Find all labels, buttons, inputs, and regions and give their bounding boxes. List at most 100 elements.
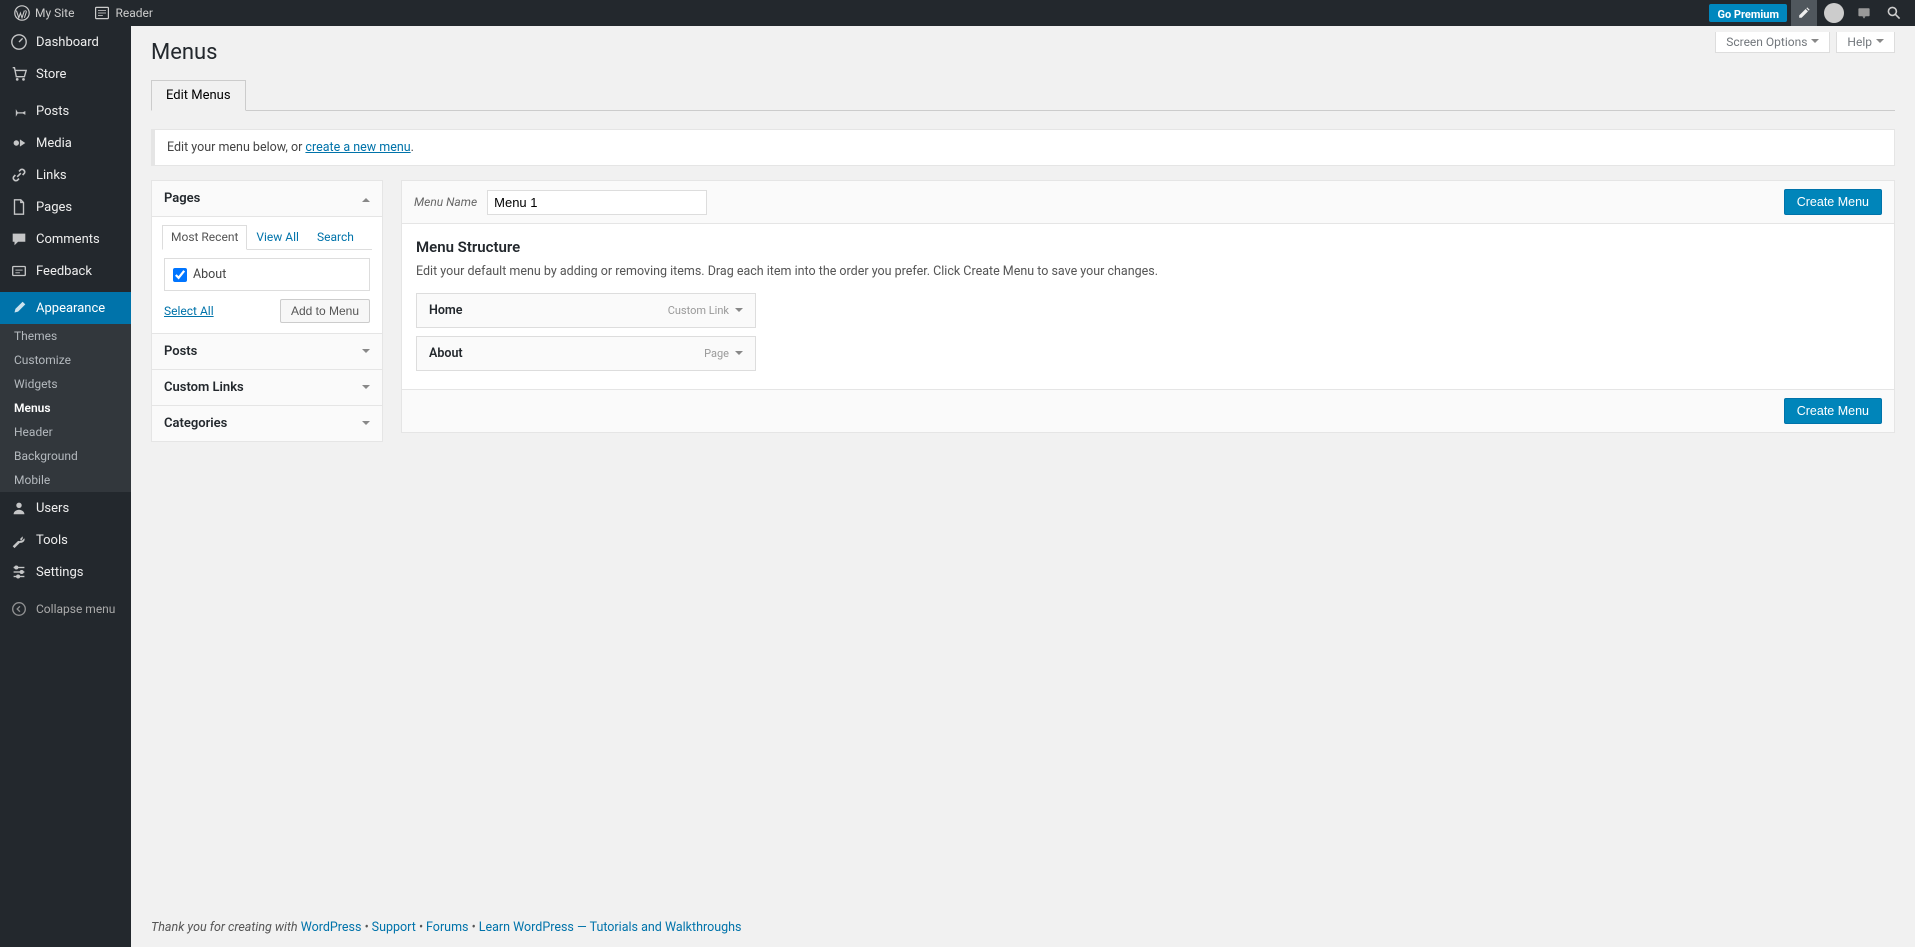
menu-management: Menu Name Create Menu Menu Structure Edi… [401,180,1895,433]
brush-icon [10,299,28,317]
accordion-custom-links-header[interactable]: Custom Links [152,370,382,405]
sidebar-item-dashboard[interactable]: Dashboard [0,26,131,58]
sidebar-item-links[interactable]: Links [0,159,131,191]
sidebar-item-tools[interactable]: Tools [0,524,131,556]
footer-wordpress-link[interactable]: WordPress [301,920,362,935]
admin-footer: Thank you for creating with WordPress • … [131,908,1915,947]
sidebar-item-pages[interactable]: Pages [0,191,131,223]
link-icon [10,166,28,184]
accordion-pages: Pages Most Recent View All Search Ab [151,180,383,334]
sidebar-item-posts[interactable]: Posts [0,95,131,127]
add-to-menu-button[interactable]: Add to Menu [280,299,370,323]
accordion-categories: Categories [151,406,383,442]
accordion-custom-links: Custom Links [151,370,383,406]
chevron-up-icon [362,194,370,202]
screen-options-button[interactable]: Screen Options [1715,32,1830,53]
adminbar-reader[interactable]: Reader [88,0,158,26]
sidebar-item-comments[interactable]: Comments [0,223,131,255]
accordion-posts: Posts [151,334,383,370]
dashboard-icon [10,33,28,51]
accordion-categories-header[interactable]: Categories [152,406,382,441]
footer-support-link[interactable]: Support [372,920,416,935]
feedback-icon [10,262,28,280]
accordion-posts-header[interactable]: Posts [152,334,382,369]
pages-tab-most-recent[interactable]: Most Recent [162,225,247,250]
pages-tabs: Most Recent View All Search [162,225,372,250]
footer-forums-link[interactable]: Forums [426,920,468,935]
menu-item-title: About [429,346,463,361]
menu-edit-header: Menu Name Create Menu [402,181,1894,224]
settings-icon [10,563,28,581]
sidebar-item-users[interactable]: Users [0,492,131,524]
page-icon [10,198,28,216]
menu-item-home[interactable]: HomeCustom Link [416,293,756,328]
sidebar-item-label: Feedback [36,264,92,279]
comment-icon [10,230,28,248]
pages-tab-view-all[interactable]: View All [247,225,308,249]
accordion-pages-header[interactable]: Pages [152,181,382,217]
sidebar-item-label: Settings [36,565,83,580]
admin-toolbar: My Site Reader Go Premium [0,0,1915,26]
adminbar-search[interactable] [1881,0,1907,26]
sidebar-item-appearance[interactable]: Appearance [0,292,131,324]
page-checkbox-about[interactable]: About [173,267,361,282]
help-button[interactable]: Help [1836,32,1895,53]
sidebar-item-label: Pages [36,200,72,215]
select-all-link[interactable]: Select All [164,304,214,318]
menu-item-about[interactable]: AboutPage [416,336,756,371]
avatar-icon [1824,3,1844,23]
sidebar-item-label: Store [36,67,66,82]
chevron-down-icon [1811,39,1819,47]
wrench-icon [10,531,28,549]
sidebar-item-label: Links [36,168,67,183]
sidebar-item-label: Collapse menu [36,602,115,616]
sidebar-item-label: Appearance [36,301,105,316]
chevron-down-icon [735,308,743,316]
reader-icon [94,5,110,21]
submenu-item-customize[interactable]: Customize [0,348,131,372]
footer-learn-link[interactable]: Learn WordPress — Tutorials and Walkthro… [479,920,742,935]
wordpress-logo-icon [14,5,30,21]
adminbar-avatar[interactable] [1821,0,1847,26]
sidebar-item-label: Posts [36,104,69,119]
menu-edit-footer: Create Menu [402,389,1894,432]
create-menu-button-top[interactable]: Create Menu [1784,189,1882,215]
adminbar-notifications[interactable] [1851,0,1877,26]
page-checkbox-input[interactable] [173,268,187,282]
create-menu-button-bottom[interactable]: Create Menu [1784,398,1882,424]
submenu-item-menus[interactable]: Menus [0,396,131,420]
menu-name-input[interactable] [487,190,707,215]
sidebar-item-settings[interactable]: Settings [0,556,131,588]
submenu-item-themes[interactable]: Themes [0,324,131,348]
sidebar-item-label: Media [36,136,72,151]
main-content: Menus Screen Options Help Edit Menus Edi… [131,0,1915,947]
submenu-item-header[interactable]: Header [0,420,131,444]
menu-items-list: HomeCustom Link AboutPage [416,293,1880,371]
chevron-down-icon [735,351,743,359]
chevron-down-icon [1876,39,1884,47]
sidebar-item-collapse-menu[interactable]: Collapse menu [0,593,131,625]
tab-edit-menus[interactable]: Edit Menus [151,80,246,111]
submenu-item-widgets[interactable]: Widgets [0,372,131,396]
pages-tab-search[interactable]: Search [308,225,363,249]
menu-name-label: Menu Name [414,195,477,209]
sidebar-item-feedback[interactable]: Feedback [0,255,131,287]
adminbar-edit-icon[interactable] [1791,0,1817,26]
sidebar-item-store[interactable]: Store [0,58,131,90]
go-premium-button[interactable]: Go Premium [1709,4,1787,22]
submenu-item-background[interactable]: Background [0,444,131,468]
user-icon [10,499,28,517]
submenu-item-mobile[interactable]: Mobile [0,468,131,492]
adminbar-mysite[interactable]: My Site [8,0,80,26]
chevron-down-icon [362,421,370,429]
menu-item-type: Custom Link [668,304,743,317]
sidebar-item-label: Comments [36,232,100,247]
nav-tabs: Edit Menus [151,79,1895,111]
media-icon [10,134,28,152]
chevron-down-icon [362,385,370,393]
create-new-menu-link[interactable]: create a new menu [305,140,410,155]
pages-checklist: About [164,258,370,291]
appearance-submenu: ThemesCustomizeWidgetsMenusHeaderBackgro… [0,324,131,492]
sidebar-item-media[interactable]: Media [0,127,131,159]
page-title: Menus [151,40,218,65]
